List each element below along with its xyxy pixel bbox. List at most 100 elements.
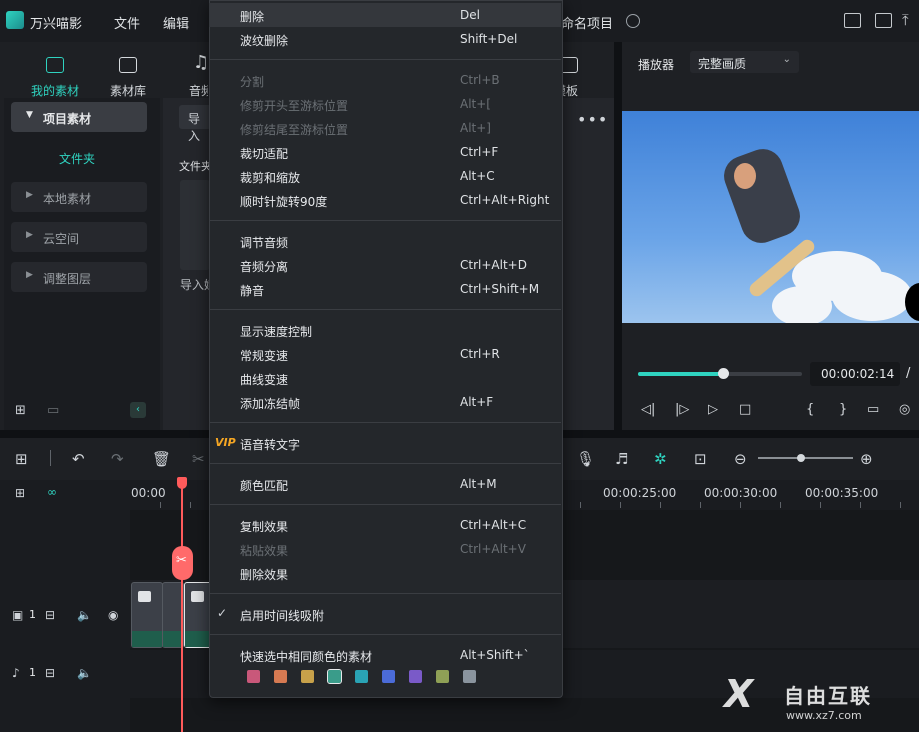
video-clip[interactable]	[131, 582, 163, 648]
menu-item[interactable]: 删除 Del	[209, 3, 561, 27]
folder-label[interactable]: 文件夹	[59, 150, 95, 167]
menu-item-label: 粘贴效果	[240, 544, 289, 558]
playhead-handle[interactable]	[177, 477, 187, 489]
menu-item[interactable]: ✓ 启用时间线吸附	[209, 602, 561, 626]
menu-item[interactable]: 曲线变速	[209, 366, 561, 390]
menu-item[interactable]: 快速选中相同颜色的素材 Alt+Shift+`	[209, 643, 561, 667]
menu-item[interactable]: 添加冻结帧 Alt+F	[209, 390, 561, 414]
fit-timeline-icon[interactable]: ⊡	[694, 450, 707, 468]
zoom-in-icon[interactable]: ⊕	[860, 450, 873, 468]
color-swatch[interactable]	[327, 669, 342, 684]
menu-item[interactable]: 裁切适配 Ctrl+F	[209, 140, 561, 164]
music-list-icon[interactable]: ♬	[615, 450, 628, 468]
volume-icon[interactable]: 🔈	[77, 608, 92, 622]
video-clip-selected[interactable]	[184, 582, 212, 648]
play-icon[interactable]: ▷	[708, 402, 718, 417]
eye-icon[interactable]: ◉	[108, 608, 118, 622]
menu-item[interactable]: 波纹删除 Shift+Del	[209, 27, 561, 51]
menu-item[interactable]: 裁剪和缩放 Alt+C	[209, 164, 561, 188]
export-icon[interactable]: ⤒	[902, 11, 909, 29]
stock-media-icon	[119, 57, 137, 73]
tab-my-media[interactable]: 我的素材	[31, 82, 79, 99]
menu-item-label: 静音	[240, 284, 265, 298]
menu-item-label: 音频分离	[240, 260, 289, 274]
display-icon[interactable]: ▭	[867, 402, 879, 417]
menu-item[interactable]: VIP 语音转文字	[209, 431, 561, 455]
microphone-icon[interactable]: 🎙	[576, 450, 595, 468]
menu-item[interactable]: 显示速度控制	[209, 318, 561, 342]
tab-templates[interactable]: 模板	[562, 82, 578, 99]
next-frame-icon[interactable]: |▷	[675, 402, 689, 417]
audio-track-icon: ♪	[12, 666, 20, 680]
snapshot-icon[interactable]: ◎	[899, 402, 910, 417]
sidebar-item-adjustment[interactable]: ▶ 调整图层	[11, 262, 147, 292]
lock-icon[interactable]: ⊟	[45, 608, 55, 622]
playhead[interactable]	[181, 480, 183, 732]
split-icon[interactable]: ✂	[192, 450, 205, 468]
tab-stock-media[interactable]: 素材库	[110, 82, 146, 99]
menu-item-label: 曲线变速	[240, 373, 289, 387]
stop-icon[interactable]: □	[739, 402, 751, 417]
menu-item[interactable]: 调节音频	[209, 229, 561, 253]
color-swatch[interactable]	[382, 670, 395, 683]
import-dropzone[interactable]	[180, 180, 210, 270]
project-name[interactable]: 命名项目	[561, 13, 613, 32]
my-media-icon	[46, 57, 64, 73]
zoom-slider-handle[interactable]	[796, 454, 805, 462]
color-swatch[interactable]	[463, 670, 476, 683]
menu-item[interactable]: 音频分离 Ctrl+Alt+D	[209, 253, 561, 277]
prev-frame-icon[interactable]: ◁|	[641, 402, 655, 417]
import-button[interactable]: 导入	[179, 105, 211, 143]
menu-item[interactable]: 顺时针旋转90度 Ctrl+Alt+Right	[209, 188, 561, 212]
sidebar-item-cloud[interactable]: ▶ 云空间	[11, 222, 147, 252]
vip-badge: VIP	[215, 436, 236, 449]
save-icon[interactable]	[875, 13, 892, 28]
snap-magnet-icon[interactable]: ✲	[654, 450, 667, 468]
collapse-sidebar-icon[interactable]: ‹	[130, 402, 146, 418]
sidebar-item-local[interactable]: ▶ 本地素材	[11, 182, 147, 212]
tab-audio[interactable]: 音频	[189, 82, 208, 99]
menu-item-shortcut: Del	[460, 8, 480, 22]
preview-image	[622, 111, 919, 323]
menu-item-label: 启用时间线吸附	[240, 609, 325, 623]
zoom-out-icon[interactable]: ⊖	[734, 450, 747, 468]
menu-item-label: 快速选中相同颜色的素材	[240, 650, 373, 664]
menu-item-label: 添加冻结帧	[240, 397, 301, 411]
menu-item: 修剪结尾至游标位置 Alt+]	[209, 116, 561, 140]
menu-item: 分割 Ctrl+B	[209, 68, 561, 92]
menu-item[interactable]: 删除效果	[209, 561, 561, 585]
link-icon[interactable]: ∞	[47, 485, 57, 499]
more-options-icon[interactable]: •••	[577, 110, 608, 129]
menu-item[interactable]: 常规变速 Ctrl+R	[209, 342, 561, 366]
chevron-down-icon: ⌄	[782, 54, 791, 65]
folder-icon[interactable]: ▭	[47, 403, 59, 418]
redo-icon[interactable]: ↷	[111, 450, 124, 468]
sidebar-project-media[interactable]: ▼ 项目素材	[11, 102, 147, 132]
zoom-slider-track[interactable]	[758, 457, 853, 459]
new-folder-icon[interactable]: ⊞	[15, 403, 26, 418]
menu-item[interactable]: 静音 Ctrl+Shift+M	[209, 277, 561, 301]
delete-icon[interactable]: 🗑	[152, 450, 171, 468]
menu-separator	[209, 463, 561, 464]
mark-in-icon[interactable]: {	[806, 402, 814, 417]
menu-item[interactable]: 颜色匹配 Alt+M	[209, 472, 561, 496]
color-swatch[interactable]	[247, 670, 260, 683]
color-swatch[interactable]	[355, 670, 368, 683]
color-swatch[interactable]	[301, 670, 314, 683]
layout-icon[interactable]	[844, 13, 861, 28]
color-swatch[interactable]	[409, 670, 422, 683]
quality-select[interactable]: 完整画质 ⌄	[690, 51, 799, 73]
color-swatch[interactable]	[274, 670, 287, 683]
add-track-icon[interactable]: ⊞	[15, 486, 25, 500]
layout-grid-icon[interactable]: ⊞	[15, 450, 28, 468]
menu-edit[interactable]: 编辑	[163, 13, 189, 32]
mark-out-icon[interactable]: }	[839, 402, 847, 417]
volume-icon[interactable]: 🔈	[77, 666, 92, 680]
color-swatch[interactable]	[436, 670, 449, 683]
scissor-icon[interactable]: ✂	[172, 546, 193, 580]
menu-item-label: 修剪开头至游标位置	[240, 99, 349, 113]
menu-file[interactable]: 文件	[114, 13, 140, 32]
lock-icon[interactable]: ⊟	[45, 666, 55, 680]
menu-item[interactable]: 复制效果 Ctrl+Alt+C	[209, 513, 561, 537]
undo-icon[interactable]: ↶	[72, 450, 85, 468]
